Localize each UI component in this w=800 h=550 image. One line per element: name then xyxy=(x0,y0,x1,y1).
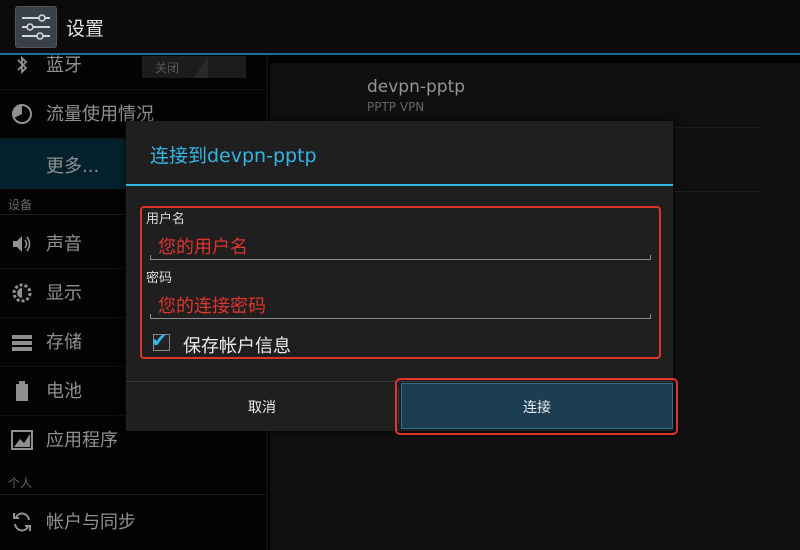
dialog-title-divider xyxy=(126,184,673,186)
username-label: 用户名 xyxy=(146,212,186,227)
username-underline xyxy=(150,259,651,260)
underline-tick xyxy=(650,255,651,260)
connect-button[interactable]: 连接 xyxy=(401,383,673,429)
underline-tick xyxy=(150,255,151,260)
dialog-title: 连接到devpn-pptp xyxy=(150,145,317,167)
cancel-button[interactable]: 取消 xyxy=(126,382,398,431)
save-account-label[interactable]: 保存帐户信息 xyxy=(183,332,291,358)
cancel-button-label: 取消 xyxy=(248,400,276,416)
username-field[interactable]: 您的用户名 xyxy=(158,233,248,259)
underline-tick xyxy=(650,314,651,319)
password-underline xyxy=(150,318,651,319)
checkmark-icon: ✔ xyxy=(151,328,168,352)
connect-button-label: 连接 xyxy=(523,400,551,416)
underline-tick xyxy=(150,314,151,319)
password-field[interactable]: 您的连接密码 xyxy=(158,292,266,318)
page-title: 设置 xyxy=(66,18,105,40)
password-label: 密码 xyxy=(146,271,173,286)
